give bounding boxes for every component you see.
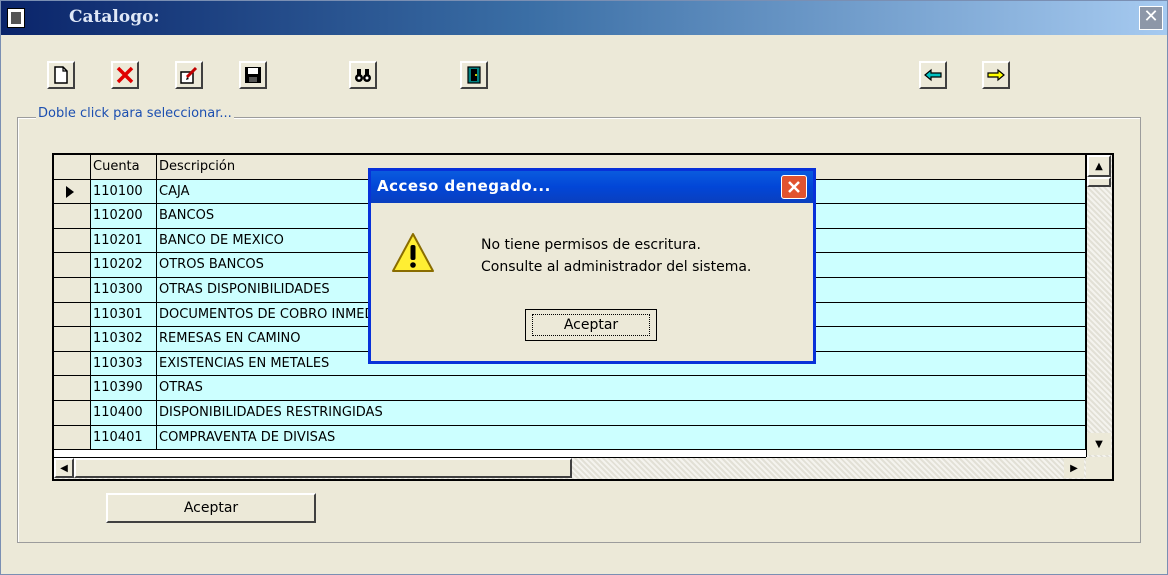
save-icon	[245, 67, 261, 83]
edit-button[interactable]	[175, 61, 203, 89]
row-indicator-cell[interactable]	[54, 253, 91, 278]
previous-button[interactable]	[919, 61, 947, 89]
cell-cuenta[interactable]: 110300	[91, 278, 157, 303]
cell-cuenta[interactable]: 110200	[91, 204, 157, 229]
save-button[interactable]	[239, 61, 267, 89]
dialog-title-bar[interactable]: Acceso denegado...	[371, 171, 813, 203]
warning-icon	[392, 233, 434, 272]
search-button[interactable]	[349, 61, 377, 89]
row-indicator-cell[interactable]	[54, 401, 91, 426]
row-indicator-cell[interactable]	[54, 351, 91, 377]
cell-cuenta[interactable]: 110302	[91, 327, 157, 352]
delete-icon	[116, 66, 134, 84]
column-header-cuenta[interactable]: Cuenta	[91, 155, 157, 180]
cell-descripcion[interactable]: DISPONIBILIDADES RESTRINGIDAS	[157, 401, 1086, 426]
scroll-down-button[interactable]: ▼	[1087, 433, 1111, 455]
table-row[interactable]: 110401 COMPRAVENTA DE DIVISAS	[54, 425, 1086, 451]
dialog-accept-label: Aceptar	[532, 314, 650, 336]
binoculars-icon	[355, 69, 371, 82]
dialog-message-line2: Consulte al administrador del sistema.	[481, 259, 752, 275]
accept-button[interactable]: Aceptar	[106, 493, 316, 523]
new-button[interactable]	[47, 61, 75, 89]
scroll-right-button[interactable]: ▶	[1064, 458, 1084, 478]
exit-button[interactable]	[460, 61, 488, 89]
groupbox-label: Doble click para seleccionar...	[36, 106, 234, 121]
horizontal-scroll-thumb[interactable]	[74, 458, 572, 478]
row-indicator-cell[interactable]	[54, 425, 91, 451]
row-indicator-cell[interactable]	[54, 302, 91, 328]
close-icon	[788, 181, 800, 193]
horizontal-scrollbar[interactable]: ◀ ▶	[54, 457, 1086, 479]
window-icon	[7, 8, 25, 28]
cell-descripcion[interactable]: COMPRAVENTA DE DIVISAS	[157, 425, 1086, 451]
header-indicator-cell	[54, 155, 91, 180]
row-indicator-cell[interactable]	[54, 278, 91, 303]
toolbar	[1, 35, 1167, 91]
exit-door-icon	[467, 66, 481, 84]
row-indicator-cell[interactable]	[54, 179, 91, 205]
arrow-left-icon	[924, 68, 942, 82]
cell-cuenta[interactable]: 110390	[91, 376, 157, 401]
access-denied-dialog: Acceso denegado... No tiene permisos de …	[368, 168, 816, 364]
current-row-arrow-icon	[66, 185, 74, 198]
dialog-title: Acceso denegado...	[377, 177, 551, 195]
cell-cuenta[interactable]: 110100	[91, 179, 157, 205]
scroll-up-button[interactable]: ▲	[1087, 155, 1111, 177]
row-indicator-cell[interactable]	[54, 228, 91, 254]
row-indicator-cell[interactable]	[54, 204, 91, 229]
scrollbar-corner	[1086, 457, 1112, 479]
next-button[interactable]	[982, 61, 1010, 89]
dialog-close-button[interactable]	[781, 175, 807, 199]
cell-cuenta[interactable]: 110301	[91, 302, 157, 328]
row-indicator-cell[interactable]	[54, 327, 91, 352]
cell-cuenta[interactable]: 110202	[91, 253, 157, 278]
delete-button[interactable]	[111, 61, 139, 89]
dialog-accept-button[interactable]: Aceptar	[525, 309, 657, 341]
title-bar[interactable]: Catalogo: ✕	[1, 1, 1167, 35]
dialog-message-line1: No tiene permisos de escritura.	[481, 237, 701, 253]
cell-descripcion[interactable]: OTRAS	[157, 376, 1086, 401]
cell-cuenta[interactable]: 110201	[91, 228, 157, 254]
edit-icon	[180, 66, 198, 84]
window-title: Catalogo:	[69, 7, 160, 27]
vertical-scroll-thumb[interactable]	[1087, 177, 1111, 187]
table-row[interactable]: 110390 OTRAS	[54, 376, 1086, 401]
window-close-button[interactable]: ✕	[1139, 6, 1163, 30]
scroll-left-button[interactable]: ◀	[54, 458, 74, 478]
new-document-icon	[54, 66, 68, 84]
cell-cuenta[interactable]: 110303	[91, 351, 157, 377]
row-indicator-cell[interactable]	[54, 376, 91, 401]
table-row[interactable]: 110400 DISPONIBILIDADES RESTRINGIDAS	[54, 401, 1086, 426]
cell-cuenta[interactable]: 110400	[91, 401, 157, 426]
arrow-right-icon	[987, 68, 1005, 82]
vertical-scrollbar[interactable]: ▲ ▼	[1086, 155, 1112, 457]
cell-cuenta[interactable]: 110401	[91, 425, 157, 451]
